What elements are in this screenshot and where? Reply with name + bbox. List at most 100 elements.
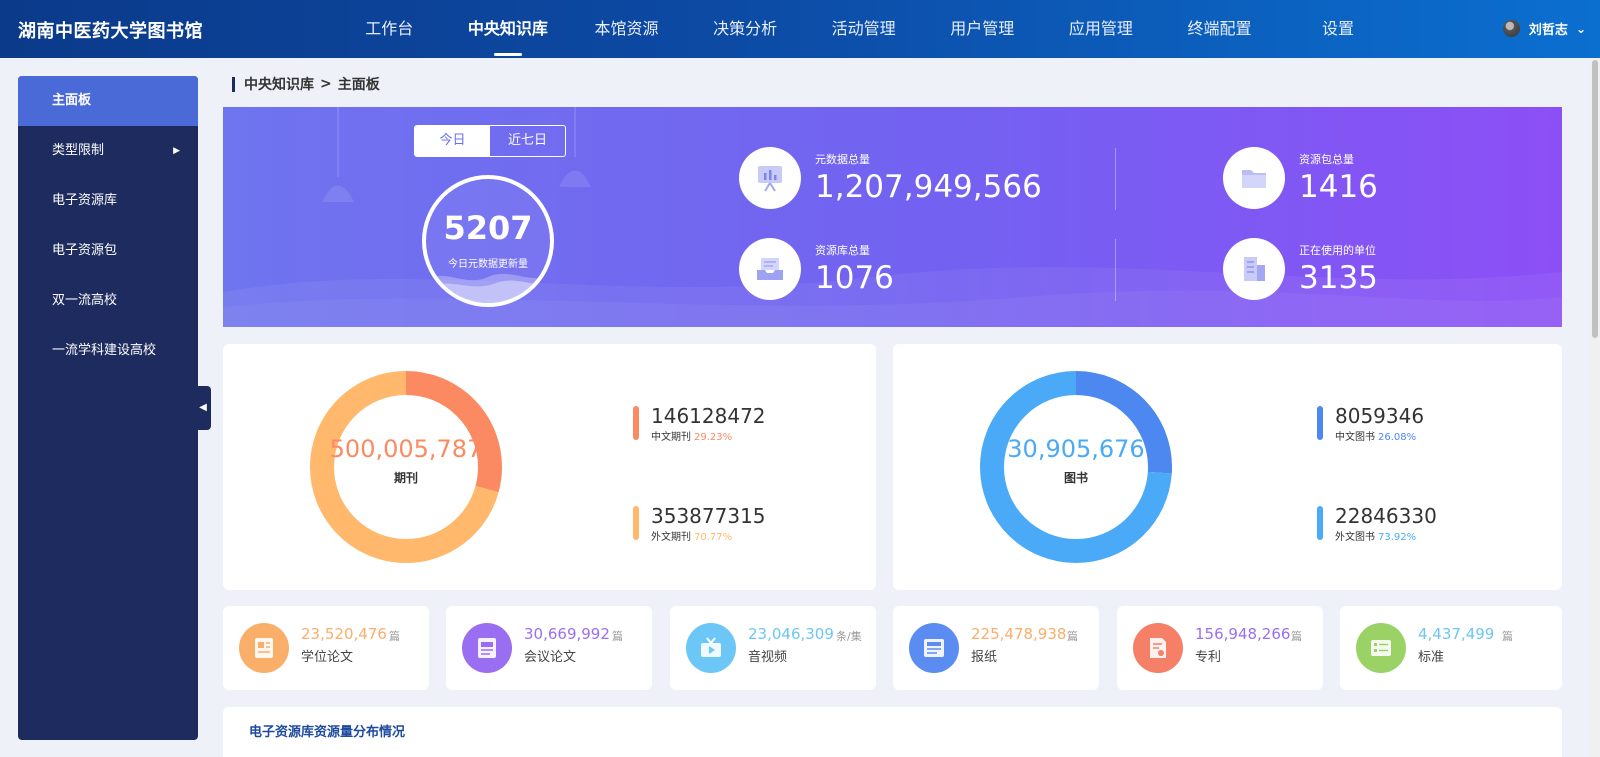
resource-count: 225,478,938 — [971, 625, 1067, 643]
legend-percent: 70.77% — [694, 532, 733, 543]
sidebar-item-label: 双一流高校 — [52, 293, 118, 308]
resource-unit: 篇 — [389, 630, 400, 643]
nav-activity-management[interactable]: 活动管理 — [804, 0, 923, 58]
stat-value: 1416 — [1299, 169, 1378, 205]
resource-label: 音视频 — [748, 650, 788, 665]
legend-item: 146128472 中文期刊 29.23% — [633, 404, 766, 443]
sidebar-item-e-resource-package[interactable]: 电子资源包 — [18, 226, 198, 276]
sidebar-item-e-resource-library[interactable]: 电子资源库 — [18, 176, 198, 226]
nav-settings[interactable]: 设置 — [1279, 0, 1398, 58]
books-total: 30,905,676 — [1007, 435, 1145, 463]
sidebar-collapse-button[interactable]: ◀ — [197, 386, 211, 430]
folder-icon — [1223, 147, 1285, 209]
sidebar-item-label: 主面板 — [52, 93, 92, 108]
sidebar-item-first-class-discipline[interactable]: 一流学科建设高校 — [18, 326, 198, 376]
standard-icon — [1356, 623, 1406, 673]
resource-card-patent[interactable]: 156,948,266 篇 专利 — [1117, 606, 1323, 690]
resource-unit: 篇 — [1502, 630, 1513, 643]
legend-color-bar — [633, 506, 639, 540]
nav-terminal-config[interactable]: 终端配置 — [1160, 0, 1279, 58]
patent-icon — [1133, 623, 1183, 673]
books-donut-center: 30,905,676 图书 — [977, 435, 1175, 486]
chevron-right-icon: ▶ — [173, 146, 180, 156]
resource-label: 会议论文 — [524, 650, 577, 665]
legend-percent: 73.92% — [1378, 532, 1417, 543]
resource-card-thesis[interactable]: 23,520,476 篇 学位论文 — [223, 606, 429, 690]
resource-count: 23,520,476 — [301, 625, 387, 643]
sidebar-item-label: 电子资源包 — [52, 243, 118, 258]
section-title: 电子资源库资源量分布情况 — [249, 725, 406, 740]
divider — [1115, 148, 1116, 210]
toggle-today[interactable]: 今日 — [415, 126, 490, 156]
top-navigation-bar: 湖南中医药大学图书馆 工作台 中央知识库 本馆资源 决策分析 活动管理 用户管理… — [0, 0, 1600, 58]
legend-item: 22846330 外文图书 73.92% — [1317, 504, 1437, 543]
books-label: 图书 — [1063, 471, 1088, 485]
resource-count: 156,948,266 — [1195, 625, 1291, 643]
nav-central-knowledge-base[interactable]: 中央知识库 — [449, 0, 568, 58]
resource-unit: 篇 — [1291, 630, 1302, 643]
legend-color-bar — [1317, 506, 1323, 540]
resource-card-newspaper[interactable]: 225,478,938 篇 报纸 — [893, 606, 1099, 690]
nav-workbench[interactable]: 工作台 — [330, 0, 449, 58]
page-scrollbar-thumb[interactable] — [1592, 60, 1598, 338]
nav-decision-analysis[interactable]: 决策分析 — [686, 0, 805, 58]
sidebar-item-main-panel[interactable]: 主面板 — [18, 76, 198, 126]
stat-label: 资源包总量 — [1299, 153, 1354, 166]
building-icon — [1223, 238, 1285, 300]
stat-package-total: 资源包总量 1416 — [1223, 147, 1378, 209]
resource-count: 30,669,992 — [524, 625, 610, 643]
resource-count: 4,437,499 — [1418, 625, 1495, 643]
resource-card-video[interactable]: 23,046,309 条/集 音视频 — [670, 606, 876, 690]
collapse-icon: ◀ — [199, 402, 209, 413]
legend-color-bar — [1317, 406, 1323, 440]
legend-label: 中文图书 — [1335, 432, 1375, 443]
legend-percent: 29.23% — [694, 432, 733, 443]
stat-metadata-total: 元数据总量 1,207,949,566 — [739, 147, 1042, 209]
user-menu[interactable]: 刘哲志 ⌄ — [1502, 19, 1586, 38]
legend-percent: 26.08% — [1378, 432, 1417, 443]
stat-label: 资源库总量 — [815, 244, 870, 257]
resource-card-conference[interactable]: 30,669,992 篇 会议论文 — [446, 606, 652, 690]
nav-local-resources[interactable]: 本馆资源 — [567, 0, 686, 58]
breadcrumb-current: 主面板 — [337, 77, 380, 93]
today-update-count: 5207 — [443, 209, 533, 247]
resource-label: 学位论文 — [301, 650, 354, 665]
stat-value: 1076 — [815, 260, 894, 296]
stat-label: 正在使用的单位 — [1299, 244, 1376, 257]
legend-label: 中文期刊 — [651, 432, 691, 443]
resource-label: 报纸 — [971, 650, 998, 665]
nav-app-management[interactable]: 应用管理 — [1042, 0, 1161, 58]
legend-value: 353877315 — [651, 504, 766, 528]
journal-distribution-card: 500,005,787 期刊 146128472 中文期刊 29.23% 3538… — [223, 344, 876, 590]
legend-value: 22846330 — [1335, 504, 1437, 528]
resource-label: 标准 — [1418, 650, 1445, 665]
main-nav: 工作台 中央知识库 本馆资源 决策分析 活动管理 用户管理 应用管理 终端配置 … — [330, 0, 1397, 58]
breadcrumb: 中央知识库 > 主面板 — [232, 74, 380, 94]
stat-library-total: 资源库总量 1076 — [739, 238, 894, 300]
resource-unit: 条/集 — [836, 630, 862, 643]
sidebar-item-type-limit[interactable]: 类型限制 ▶ — [18, 126, 198, 176]
stat-value: 3135 — [1299, 260, 1378, 296]
journal-total: 500,005,787 — [329, 435, 483, 463]
legend-item: 8059346 中文图书 26.08% — [1317, 404, 1424, 443]
legend-label: 外文图书 — [1335, 532, 1375, 543]
sidebar-item-double-first-class[interactable]: 双一流高校 — [18, 276, 198, 326]
ring-wave — [426, 273, 550, 303]
overview-banner: 今日 近七日 5207 今日元数据更新量 元数据总量 1,207,949,566… — [223, 107, 1562, 327]
inbox-tray-icon — [739, 238, 801, 300]
avatar — [1502, 20, 1520, 37]
legend-color-bar — [633, 406, 639, 440]
video-icon — [686, 623, 736, 673]
chevron-down-icon: ⌄ — [1575, 21, 1586, 36]
toggle-last-7-days[interactable]: 近七日 — [490, 126, 565, 156]
journal-label: 期刊 — [393, 471, 418, 485]
legend-value: 146128472 — [651, 404, 766, 428]
breadcrumb-parent[interactable]: 中央知识库 — [244, 74, 314, 94]
newspaper-icon — [909, 623, 959, 673]
resource-card-standard[interactable]: 4,437,499 篇 标准 — [1340, 606, 1562, 690]
nav-user-management[interactable]: 用户管理 — [923, 0, 1042, 58]
resource-unit: 篇 — [1067, 630, 1078, 643]
date-range-toggle: 今日 近七日 — [414, 125, 566, 157]
legend-item: 353877315 外文期刊 70.77% — [633, 504, 766, 543]
app-logo[interactable]: 湖南中医药大学图书馆 — [18, 17, 203, 43]
